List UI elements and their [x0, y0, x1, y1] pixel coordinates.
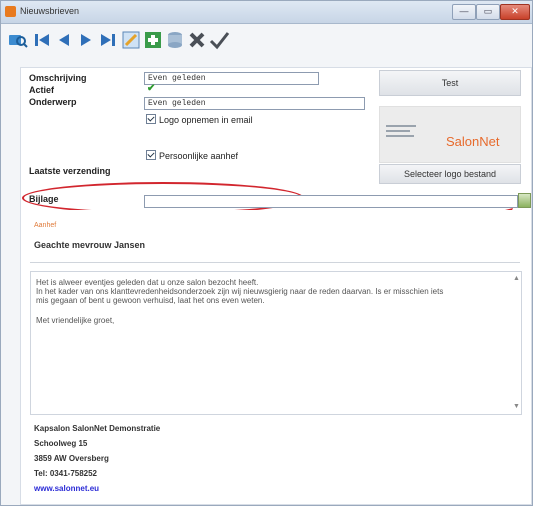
previous-record-button[interactable] [53, 29, 75, 55]
last-record-button[interactable] [97, 29, 119, 55]
last-sent-label: Laatste verzending [29, 166, 111, 176]
search-icon [9, 35, 28, 48]
newsletter-window: Nieuwsbrieven — ▭ ✕ Omschrijving Even ge… [0, 0, 533, 506]
logo-preview: SalonNet [379, 106, 521, 163]
signature-line: 3859 AW Oversberg [34, 454, 109, 463]
bijlage-label: Bijlage [29, 194, 59, 204]
omschrijving-input[interactable]: Even geleden [144, 72, 319, 85]
personal-greeting-checkbox[interactable] [146, 150, 156, 160]
title-bar: Nieuwsbrieven — ▭ ✕ [1, 1, 532, 24]
previous-record-icon [59, 34, 69, 46]
database-button[interactable] [164, 29, 186, 55]
delete-icon [189, 32, 205, 48]
body-line: Het is alweer eventjes geleden dat u onz… [36, 278, 259, 287]
personal-greeting-option[interactable]: Persoonlijke aanhef [146, 150, 238, 161]
next-record-button[interactable] [75, 29, 97, 55]
minimize-button[interactable]: — [452, 4, 476, 20]
logo-in-email-checkbox[interactable] [146, 114, 156, 124]
signature-line: Tel: 0341-758252 [34, 469, 98, 478]
message-body-editor[interactable]: Het is alweer eventjes geleden dat u onz… [30, 271, 522, 415]
database-icon [168, 32, 182, 48]
onderwerp-input[interactable]: Even geleden [144, 97, 365, 110]
select-logo-button[interactable]: Selecteer logo bestand [379, 164, 521, 184]
edit-icon [122, 31, 140, 49]
omschrijving-label: Omschrijving [29, 73, 87, 83]
last-record-icon [101, 34, 115, 46]
attachment-input[interactable] [144, 195, 518, 208]
website-link[interactable]: www.salonnet.eu [34, 484, 99, 493]
logo-small-line [386, 125, 416, 127]
onderwerp-label: Onderwerp [29, 97, 77, 107]
record-toolbar [7, 29, 230, 59]
signature-line: Schoolweg 15 [34, 439, 88, 448]
test-button[interactable]: Test [379, 70, 521, 96]
add-icon [145, 32, 161, 48]
next-record-icon [81, 34, 91, 46]
body-line: In het kader van ons klanttevredenheidso… [36, 287, 444, 296]
first-record-button[interactable] [31, 29, 53, 55]
confirm-button[interactable] [208, 29, 230, 55]
edit-button[interactable] [120, 29, 142, 55]
first-record-icon [35, 34, 49, 46]
scroll-down-icon[interactable]: ▼ [513, 403, 520, 410]
close-button[interactable]: ✕ [500, 4, 530, 20]
greeting-hint: Aanhef [34, 222, 57, 229]
personal-greeting-label: Persoonlijke aanhef [159, 151, 239, 161]
scroll-up-icon[interactable]: ▲ [513, 275, 520, 282]
salonnet-logo: SalonNet [446, 134, 500, 149]
divider [30, 262, 520, 263]
confirm-icon [209, 32, 230, 50]
logo-small-line [386, 135, 414, 137]
body-line: mis gegaan of bent u gewoon verhuisd, la… [36, 296, 265, 305]
signature-line: Kapsalon SalonNet Demonstratie [34, 424, 161, 433]
add-button[interactable] [142, 29, 164, 55]
logo-small-line [386, 130, 410, 132]
actief-checkmark-icon[interactable]: ✔ [147, 83, 155, 94]
body-line: Met vriendelijke groet, [36, 316, 115, 325]
message-preview: Aanhef Geachte mevrouw Jansen Het is alw… [26, 210, 524, 500]
logo-in-email-label: Logo opnemen in email [159, 115, 253, 125]
delete-button[interactable] [186, 29, 208, 55]
logo-in-email-option[interactable]: Logo opnemen in email [146, 114, 253, 125]
search-button[interactable] [7, 29, 29, 55]
window-title: Nieuwsbrieven [20, 6, 80, 16]
actief-label: Actief [29, 85, 55, 95]
browse-attachment-button[interactable] [518, 193, 531, 208]
salutation-text: Geachte mevrouw Jansen [34, 240, 146, 250]
newsletter-form-panel: Omschrijving Even geleden Actief ✔ Onder… [20, 67, 532, 505]
maximize-button[interactable]: ▭ [476, 4, 500, 20]
app-icon [5, 6, 16, 17]
